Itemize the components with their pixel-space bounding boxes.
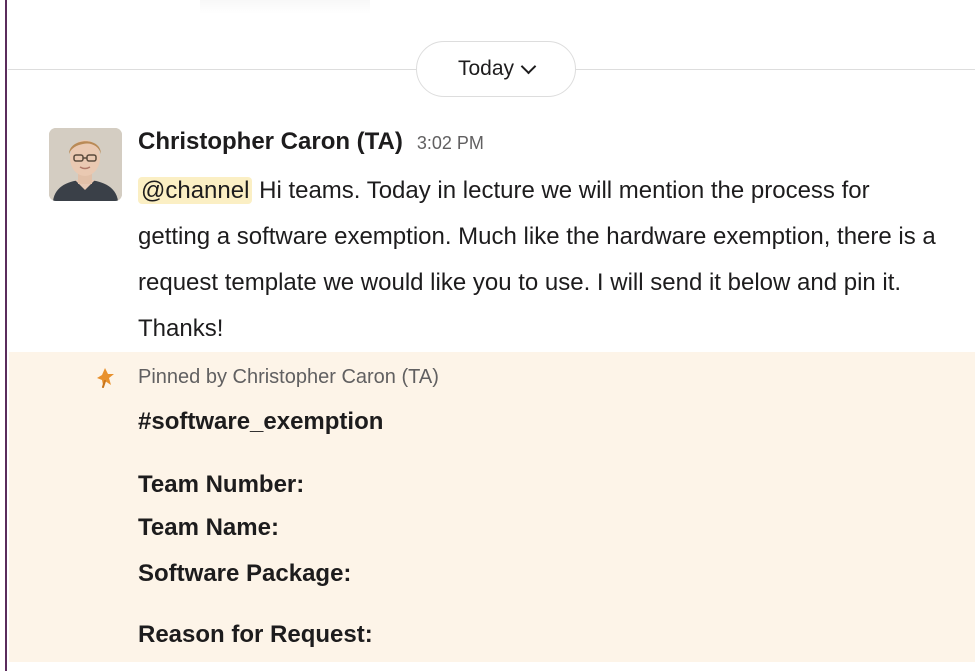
message-text: Hi teams. Today in lecture we will menti… [138, 177, 936, 342]
message-timestamp[interactable]: 3:02 PM [417, 133, 484, 154]
message-body: @channel Hi teams. Today in lecture we w… [138, 168, 938, 352]
message-header: Christopher Caron (TA) 3:02 PM [138, 128, 484, 156]
sidebar-edge [0, 0, 7, 671]
pinned-by-label[interactable]: Pinned by Christopher Caron (TA) [138, 366, 439, 389]
message: Christopher Caron (TA) 3:02 PM @channel … [8, 120, 975, 352]
pin-icon [97, 368, 114, 388]
pinned-line-software-package: Software Package: [138, 560, 352, 587]
pinned-line-reason: Reason for Request: [138, 621, 373, 648]
channel-mention[interactable]: @channel [138, 177, 253, 204]
bottom-edge [9, 662, 975, 671]
date-divider-button[interactable]: Today [416, 41, 576, 97]
chevron-down-icon [520, 58, 537, 74]
pinned-line-team-number: Team Number: [138, 471, 305, 498]
pinned-line-team-name: Team Name: [138, 514, 279, 541]
pinned-message: Pinned by Christopher Caron (TA) #softwa… [9, 352, 975, 662]
previous-message-fade [200, 0, 370, 14]
avatar[interactable] [49, 128, 122, 201]
pinned-line-hashtag: #software_exemption [138, 408, 384, 435]
date-divider-label: Today [457, 57, 515, 80]
user-avatar-icon [49, 128, 122, 201]
message-author[interactable]: Christopher Caron (TA) [138, 128, 403, 156]
